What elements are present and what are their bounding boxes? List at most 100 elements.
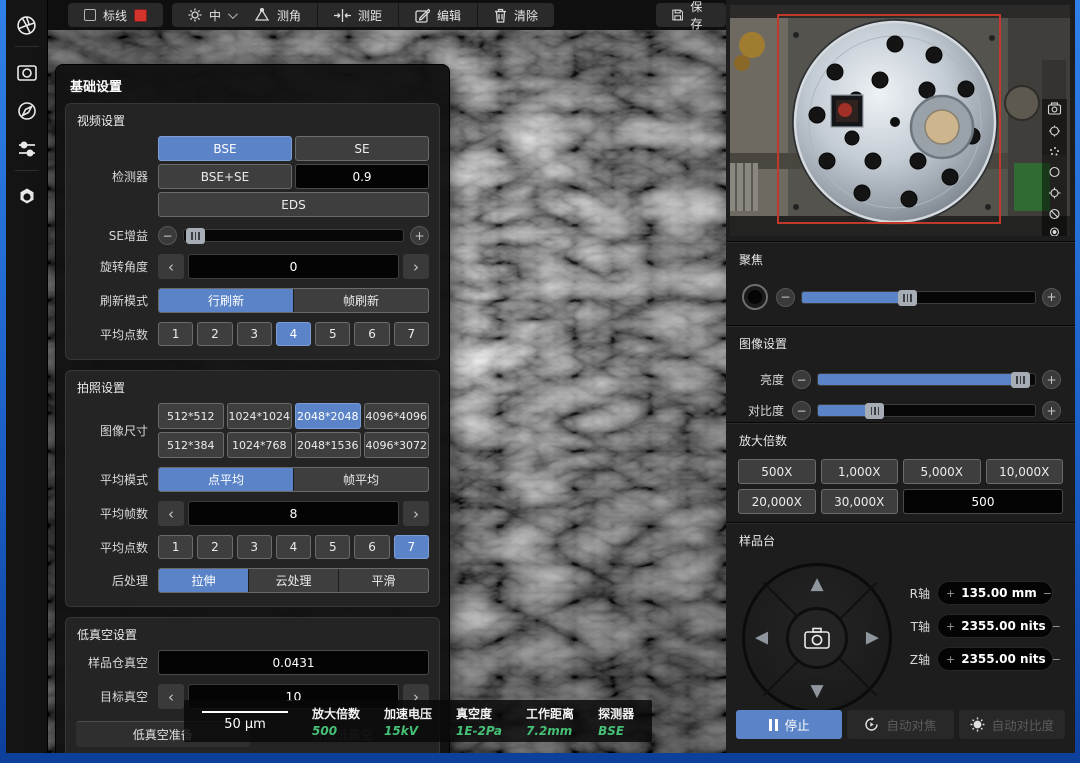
avg-point-option[interactable]: 2 xyxy=(197,535,232,559)
detector-eds-button[interactable]: EDS xyxy=(158,192,429,217)
contrast-handle[interactable] xyxy=(865,403,884,419)
avg-mode-frame-option[interactable]: 帧平均 xyxy=(293,468,428,491)
stage-down-button[interactable]: ▼ xyxy=(810,683,823,700)
t-axis-plus[interactable]: + xyxy=(946,620,955,633)
focus-plus-button[interactable]: + xyxy=(1042,288,1061,307)
size-option[interactable]: 4096*4096 xyxy=(364,403,430,429)
se-gain-plus-button[interactable]: + xyxy=(410,226,429,245)
rotation-decrement-button[interactable]: ‹ xyxy=(158,254,184,279)
stage-right-button[interactable]: ▶ xyxy=(866,630,879,647)
focus-minus-button[interactable]: − xyxy=(776,288,795,307)
stat-label: 加速电压 xyxy=(384,705,432,722)
se-gain-slider[interactable] xyxy=(183,229,404,242)
focus-handle[interactable] xyxy=(898,290,917,306)
detector-bse-se-button[interactable]: BSE+SE xyxy=(158,164,292,189)
refresh-frame-option[interactable]: 帧刷新 xyxy=(293,289,428,312)
focus-slider[interactable] xyxy=(801,291,1036,304)
measure-distance-button[interactable]: 测距 xyxy=(317,3,398,27)
contrast-minus-button[interactable]: − xyxy=(792,401,811,420)
target-vacuum-decrement-button[interactable]: ‹ xyxy=(158,684,184,709)
r-axis-input[interactable]: + 135.00 mm − xyxy=(937,581,1053,605)
avg-mode-point-option[interactable]: 点平均 xyxy=(159,468,293,491)
size-option[interactable]: 4096*3072 xyxy=(364,432,430,458)
post-smooth-option[interactable]: 平滑 xyxy=(338,569,428,592)
edit-button[interactable]: 编辑 xyxy=(398,3,477,27)
avg-point-option[interactable]: 7 xyxy=(394,322,429,346)
mag-custom-input[interactable]: 500 xyxy=(903,489,1063,514)
toggles-icon[interactable] xyxy=(16,138,38,160)
avg-frames-value-input[interactable]: 8 xyxy=(188,501,399,526)
brightness-minus-button[interactable]: − xyxy=(792,370,811,389)
auto-focus-button: 自动对焦 xyxy=(847,710,953,739)
brightness-handle[interactable] xyxy=(1011,372,1030,388)
detector-bse-button[interactable]: BSE xyxy=(158,136,292,161)
measure-angle-button[interactable]: 测角 xyxy=(238,3,317,27)
se-gain-minus-button[interactable]: − xyxy=(158,226,177,245)
axis-row-t: T轴 + 2355.00 nits − xyxy=(904,614,1053,638)
avg-point-option[interactable]: 4 xyxy=(276,322,311,346)
brightness-plus-button[interactable]: + xyxy=(1042,370,1061,389)
t-axis-minus[interactable]: − xyxy=(1052,620,1061,633)
size-option[interactable]: 512*512 xyxy=(158,403,224,429)
mag-preset-button[interactable]: 20,000X xyxy=(738,489,816,514)
r-axis-minus[interactable]: − xyxy=(1043,587,1052,600)
mag-preset-button[interactable]: 5,000X xyxy=(903,459,981,484)
status-bar: 50 μm 放大倍数 500 加速电压 15kV 真空度 1E-2Pa 工作距离… xyxy=(184,700,652,742)
post-stretch-option[interactable]: 拉伸 xyxy=(159,569,248,592)
gear-icon[interactable] xyxy=(16,186,38,208)
avg-point-option[interactable]: 3 xyxy=(237,322,272,346)
avg-point-option[interactable]: 5 xyxy=(315,322,350,346)
compass-icon[interactable] xyxy=(16,100,38,122)
stat-label: 工作距离 xyxy=(526,705,574,722)
chevron-down-icon xyxy=(228,9,238,19)
marker-color-swatch[interactable] xyxy=(134,9,147,22)
mag-preset-button[interactable]: 1,000X xyxy=(821,459,899,484)
z-axis-input[interactable]: + 2355.00 nits − xyxy=(937,647,1053,671)
se-gain-handle[interactable] xyxy=(186,228,205,244)
size-option[interactable]: 512*384 xyxy=(158,432,224,458)
contrast-slider[interactable] xyxy=(817,404,1036,417)
avg-point-option[interactable]: 1 xyxy=(158,535,193,559)
stop-button[interactable]: 停止 xyxy=(736,710,842,739)
t-axis-input[interactable]: + 2355.00 nits − xyxy=(937,614,1053,638)
detector-se-button[interactable]: SE xyxy=(295,136,429,161)
size-option[interactable]: 1024*1024 xyxy=(227,403,293,429)
aperture-icon[interactable] xyxy=(16,14,38,36)
z-axis-plus[interactable]: + xyxy=(946,653,955,666)
avg-frames-increment-button[interactable]: › xyxy=(403,501,429,526)
camera-icon[interactable] xyxy=(16,62,38,84)
stat-value: 1E-2Pa xyxy=(456,724,502,738)
avg-point-option[interactable]: 5 xyxy=(315,535,350,559)
avg-point-option[interactable]: 6 xyxy=(354,535,389,559)
avg-point-option[interactable]: 7 xyxy=(394,535,429,559)
stage-up-button[interactable]: ▲ xyxy=(810,576,823,593)
avg-point-option[interactable]: 6 xyxy=(354,322,389,346)
avg-frames-decrement-button[interactable]: ‹ xyxy=(158,501,184,526)
mag-preset-button[interactable]: 500X xyxy=(738,459,816,484)
brightness-slider[interactable] xyxy=(817,373,1036,386)
marker-checkbox[interactable] xyxy=(84,9,96,21)
rotation-increment-button[interactable]: › xyxy=(403,254,429,279)
avg-point-option[interactable]: 4 xyxy=(276,535,311,559)
size-option[interactable]: 2048*1536 xyxy=(295,432,361,458)
z-axis-minus[interactable]: − xyxy=(1052,653,1061,666)
avg-point-option[interactable]: 3 xyxy=(237,535,272,559)
r-axis-plus[interactable]: + xyxy=(946,587,955,600)
post-cloud-option[interactable]: 云处理 xyxy=(248,569,338,592)
rotation-value-input[interactable]: 0 xyxy=(188,254,399,279)
stage-snapshot-button[interactable] xyxy=(786,607,848,669)
size-option[interactable]: 1024*768 xyxy=(227,432,293,458)
marker-toggle[interactable]: 标线 xyxy=(68,3,163,27)
r-axis-label: R轴 xyxy=(904,585,930,602)
mag-preset-button[interactable]: 30,000X xyxy=(821,489,899,514)
avg-point-option[interactable]: 1 xyxy=(158,322,193,346)
mag-preset-button[interactable]: 10,000X xyxy=(986,459,1064,484)
size-option[interactable]: 2048*2048 xyxy=(295,403,361,429)
save-button[interactable]: 保存 xyxy=(656,3,726,27)
contrast-plus-button[interactable]: + xyxy=(1042,401,1061,420)
bse-se-ratio-input[interactable]: 0.9 xyxy=(295,164,429,189)
stage-left-button[interactable]: ◀ xyxy=(755,630,768,647)
clear-button[interactable]: 清除 xyxy=(477,3,554,27)
refresh-line-option[interactable]: 行刷新 xyxy=(159,289,293,312)
avg-point-option[interactable]: 2 xyxy=(197,322,232,346)
